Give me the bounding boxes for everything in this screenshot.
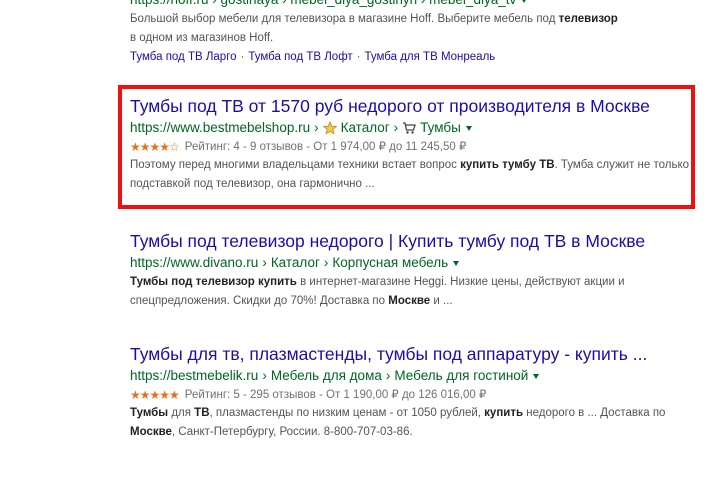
url-dropdown-icon[interactable] <box>521 0 528 3</box>
snippet-part: , Санкт-Петербургу, России. 8-800-707-03… <box>171 426 413 438</box>
sitelink-1[interactable]: Тумба под ТВ Ларго <box>130 51 237 63</box>
result-url: https://www.divano.ru › Каталог › Корпус… <box>130 253 700 273</box>
snippet-line-1: Большой выбор мебели для телевизора в ма… <box>130 13 618 25</box>
result-title-link[interactable]: Тумбы для тв, плазмастенды, тумбы под ап… <box>130 342 700 366</box>
snippet-bold: Тумбы под телевизор купить <box>130 276 297 288</box>
search-result-hoff: https://hoff.ru › gostinaya › mebel_dlya… <box>130 0 700 66</box>
result-snippet: Тумбы для ТВ, плазмастенды по низким цен… <box>130 404 700 442</box>
snippet-line-2: в одном из магазинов Hoff. <box>130 32 274 44</box>
result-snippet: Большой выбор мебели для телевизора в ма… <box>130 10 700 48</box>
breadcrumb-separator: › <box>262 255 267 270</box>
search-result-divano: Тумбы под телевизор недорого | Купить ту… <box>130 229 700 311</box>
breadcrumb-living-room[interactable]: Мебель для гостиной <box>394 366 528 386</box>
result-url[interactable]: https://hoff.ru › gostinaya › mebel_dlya… <box>130 0 700 10</box>
snippet-bold: Москве <box>388 295 431 307</box>
result-title-link[interactable]: Тумбы под телевизор недорого | Купить ту… <box>130 229 700 253</box>
sitelink-separator: · <box>240 51 245 63</box>
snippet-bold: ТВ <box>194 407 210 419</box>
result-url-base[interactable]: https://bestmebelik.ru <box>130 366 258 386</box>
url-dropdown-icon[interactable] <box>453 260 460 266</box>
result-url-base[interactable]: https://www.divano.ru <box>130 253 258 273</box>
search-result-bestmebelik: Тумбы для тв, плазмастенды, тумбы под ап… <box>130 342 700 442</box>
sitelink-3[interactable]: Тумба для ТВ Монреаль <box>365 51 496 63</box>
breadcrumb-home-furniture[interactable]: Мебель для дома <box>271 366 382 386</box>
breadcrumb-catalog[interactable]: Каталог <box>271 253 320 273</box>
search-result-cut-off[interactable] <box>130 470 690 484</box>
snippet-bold: купить <box>484 407 524 419</box>
snippet-part: недорого в ... Доставка по <box>523 407 666 419</box>
result-snippet: Тумбы под телевизор купить в интернет-ма… <box>130 273 700 311</box>
sitelinks: Тумба под ТВ Ларго · Тумба под ТВ Лофт · Тум… <box>130 48 700 66</box>
snippet-bold: Тумбы <box>130 407 169 419</box>
highlight-frame <box>118 85 695 209</box>
result-url: https://bestmebelik.ru › Мебель для дома… <box>130 366 700 386</box>
result-url-text[interactable]: https://hoff.ru › gostinaya › mebel_dlya… <box>130 0 516 10</box>
snippet-part: , плазмастенды по низким ценам - от 1050… <box>209 407 485 419</box>
rating-stars-icon: ★★★★★ <box>130 388 180 402</box>
sitelink-2[interactable]: Тумба под ТВ Лофт <box>248 51 352 63</box>
rating-text: Рейтинг: 5 - 295 отзывов - От 1 190,00 ₽… <box>184 389 487 401</box>
snippet-part: и ... <box>430 295 453 307</box>
breadcrumb-separator: › <box>323 255 329 270</box>
snippet-bold: Москве <box>130 426 172 438</box>
url-dropdown-icon[interactable] <box>533 373 540 379</box>
sitelink-separator: · <box>356 51 361 63</box>
result-rating: ★★★★★ Рейтинг: 5 - 295 отзывов - От 1 19… <box>130 386 700 404</box>
snippet-part: для <box>168 407 195 419</box>
breadcrumb-separator: › <box>385 368 391 383</box>
breadcrumb-separator: › <box>262 368 267 383</box>
breadcrumb-furniture[interactable]: Корпусная мебель <box>332 253 448 273</box>
